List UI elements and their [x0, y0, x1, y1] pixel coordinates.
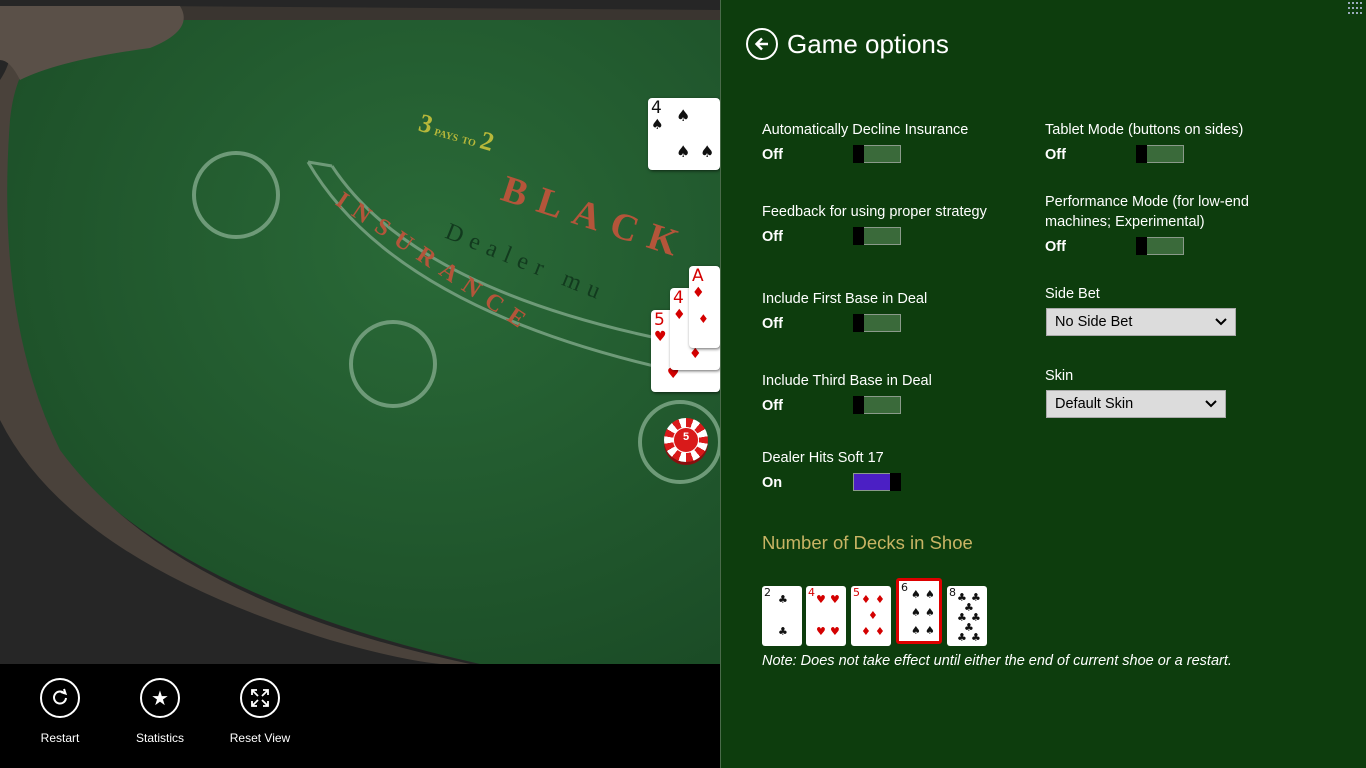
card-pip: ♠ [911, 606, 921, 619]
card-pip: ♥ [816, 593, 826, 606]
side-bet-label: Side Bet [1045, 286, 1100, 302]
feedback-strategy-toggle[interactable] [853, 227, 901, 245]
card-rank: 5 [654, 310, 665, 330]
card-pip: ♦ [861, 625, 871, 638]
card-pip: ♦ [875, 625, 885, 638]
option-skin: Skin [1045, 366, 1073, 386]
card-rank: 4 [651, 98, 662, 118]
card-suit: ♦ [673, 307, 686, 323]
option-state: Off [762, 316, 783, 332]
option-label: Feedback for using proper strategy [762, 204, 987, 220]
reset-view-label: Reset View [229, 731, 291, 745]
include-third-base-toggle[interactable] [853, 396, 901, 414]
chevron-down-icon [1205, 400, 1217, 408]
card-rank: 4 [673, 288, 684, 308]
dealer-hits-soft-17-toggle[interactable] [853, 473, 901, 491]
deck-option-5[interactable]: 5 ♦ ♦ ♦ ♦ ♦ [851, 586, 891, 646]
table-felt [0, 0, 720, 664]
expand-icon [240, 678, 280, 718]
card-pip: ♠ [925, 624, 935, 637]
card-pip: ♥ [816, 625, 826, 638]
statistics-button[interactable]: ★ Statistics [110, 678, 210, 745]
card-pip: ♦ [698, 312, 709, 326]
option-include-third-base: Include Third Base in Deal Off [762, 371, 932, 416]
game-options-panel: Game options Automatically Decline Insur… [720, 0, 1366, 768]
payout-to: TO [460, 134, 477, 150]
chevron-down-icon [1215, 318, 1227, 326]
card-pip: ♦ [689, 346, 702, 362]
card-pip: ♣ [778, 625, 788, 638]
option-label: Performance Mode (for low-end machines; … [1045, 194, 1249, 230]
back-arrow-icon [754, 37, 768, 51]
chip-value: 5 [682, 431, 690, 443]
card-pip: ♠ [700, 142, 715, 161]
skin-dropdown[interactable]: Default Skin [1046, 390, 1226, 418]
card-suit: ♥ [654, 329, 667, 345]
deck-option-8[interactable]: 8 ♣ ♣ ♣ ♣ ♣ ♣ ♣ ♣ [947, 586, 987, 646]
tablet-mode-toggle[interactable] [1136, 145, 1184, 163]
skin-label: Skin [1045, 368, 1074, 384]
deck-option-6[interactable]: 6 ♠ ♠ ♠ ♠ ♠ ♠ [896, 578, 942, 644]
card-rank: A [692, 266, 704, 286]
deck-option-2[interactable]: 2 ♣ ♣ [762, 586, 802, 646]
card-pip: ♥ [830, 625, 840, 638]
deck-option-4[interactable]: 4 ♥ ♥ ♥ ♥ [806, 586, 846, 646]
option-label: Tablet Mode (buttons on sides) [1045, 122, 1244, 138]
decks-heading: Number of Decks in Shoe [762, 532, 973, 553]
statistics-label: Statistics [135, 731, 184, 745]
card-pip: ♠ [925, 588, 935, 601]
option-label: Automatically Decline Insurance [762, 122, 969, 138]
option-state: Off [762, 398, 783, 414]
reset-view-button[interactable]: Reset View [210, 678, 310, 745]
card-pip: ♠ [911, 624, 921, 637]
restart-label: Restart [40, 731, 80, 745]
bet-chip: 5 [664, 418, 708, 462]
card-rank: 2 [764, 586, 771, 599]
card-pip: ♠ [676, 106, 691, 125]
card-suit: ♦ [692, 285, 705, 301]
card-rank: 4 [808, 586, 815, 599]
skin-value: Default Skin [1055, 396, 1134, 412]
card-pip: ♣ [971, 631, 981, 644]
back-button[interactable] [746, 28, 778, 60]
performance-mode-toggle[interactable] [1136, 237, 1184, 255]
dealer-card: 4 ♠ ♠ ♠ ♠ [648, 98, 720, 170]
player-card: A ♦ ♦ [689, 266, 720, 348]
restart-button[interactable]: Restart [10, 678, 110, 745]
auto-decline-insurance-toggle[interactable] [853, 145, 901, 163]
card-rank: 5 [853, 586, 860, 599]
card-suit: ♠ [651, 117, 664, 133]
card-pip: ♥ [830, 593, 840, 606]
app-bar: Restart ★ Statistics Reset View [0, 664, 720, 768]
card-rank: 8 [949, 586, 956, 599]
card-pip: ♣ [957, 631, 967, 644]
card-pip: ♦ [875, 593, 885, 606]
option-include-first-base: Include First Base in Deal Off [762, 289, 927, 334]
page-title: Game options [787, 29, 949, 59]
card-pip: ♠ [925, 606, 935, 619]
star-icon: ★ [140, 678, 180, 718]
side-bet-dropdown[interactable]: No Side Bet [1046, 308, 1236, 336]
card-pip: ♣ [778, 593, 788, 606]
card-rank: 6 [901, 581, 908, 594]
payout-pays: PAYS [432, 127, 460, 145]
option-label: Include First Base in Deal [762, 291, 928, 307]
option-label: Include Third Base in Deal [762, 373, 932, 389]
side-bet-value: No Side Bet [1055, 314, 1133, 330]
option-label: Dealer Hits Soft 17 [762, 450, 884, 466]
option-side-bet: Side Bet [1045, 284, 1100, 304]
restart-icon [40, 678, 80, 718]
blackjack-table: 3 PAYS TO 2 BLACK INSURANCE Dealer mu 4 … [0, 0, 720, 664]
card-pip: ♦ [868, 609, 878, 622]
card-pip: ♠ [911, 588, 921, 601]
card-pip: ♠ [676, 142, 691, 161]
deck-change-note: Note: Does not take effect until either … [762, 653, 1232, 669]
card-pip: ♦ [861, 593, 871, 606]
include-first-base-toggle[interactable] [853, 314, 901, 332]
grip-icon [1348, 2, 1362, 14]
